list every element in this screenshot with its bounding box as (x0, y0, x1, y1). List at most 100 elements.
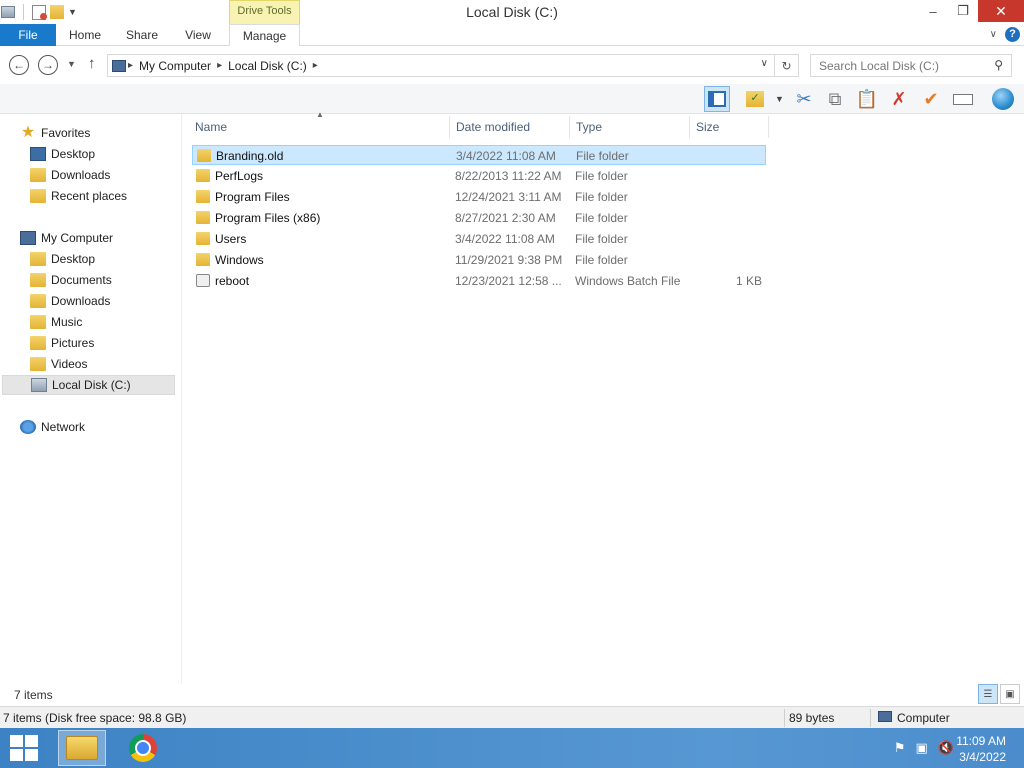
taskbar: ⚑ ▣ 🔇 11:09 AM 3/4/2022 (0, 728, 1024, 768)
address-row: ← → ▼ ↑ ▸ My Computer ▸ Local Disk (C:) … (0, 50, 1024, 80)
file-size: 1 KB (735, 274, 762, 288)
rename-field-icon (953, 93, 973, 105)
column-header-size[interactable]: Size (691, 116, 769, 138)
nav-computer-pictures[interactable]: Pictures (30, 333, 94, 353)
up-button[interactable]: ↑ (88, 55, 96, 72)
nav-computer-documents[interactable]: Documents (30, 270, 112, 290)
volume-muted-icon[interactable]: 🔇 (938, 740, 954, 756)
column-header-date-modified[interactable]: Date modified (451, 116, 570, 138)
status-computer-icon (878, 711, 892, 725)
scissors-icon: ✂ (796, 88, 812, 109)
back-button[interactable]: ← (9, 55, 29, 75)
file-row-windows[interactable]: Windows 11/29/2021 9:38 PM File folder (192, 250, 766, 270)
globe-button[interactable] (990, 86, 1016, 112)
column-header-name[interactable]: Name (190, 116, 450, 138)
breadcrumb-local-disk[interactable]: Local Disk (C:) (228, 59, 307, 73)
nav-computer-local-disk[interactable]: Local Disk (C:) (2, 375, 175, 395)
nav-favorites[interactable]: ★ Favorites (20, 123, 91, 143)
search-input[interactable]: Search Local Disk (C:) (819, 59, 939, 73)
large-icons-view-button[interactable]: ▣ (1000, 684, 1020, 704)
system-clock[interactable]: 11:09 AM 3/4/2022 (956, 733, 1006, 765)
file-name: reboot (215, 274, 250, 288)
start-button[interactable] (10, 735, 38, 761)
file-date: 11/29/2021 9:38 PM (455, 253, 563, 267)
apply-button[interactable]: ✔ (918, 86, 944, 112)
nav-computer-desktop[interactable]: Desktop (30, 249, 95, 269)
taskbar-file-explorer[interactable] (58, 730, 106, 766)
preview-pane-icon (708, 91, 726, 107)
breadcrumb-chevron-icon[interactable]: ▸ (217, 60, 222, 71)
nav-computer-downloads[interactable]: Downloads (30, 291, 110, 311)
action-center-flag-icon[interactable]: ⚑ (894, 740, 906, 756)
copy-icon: ⧉ (828, 88, 842, 109)
folder-check-icon: ✓ (746, 91, 764, 107)
nav-item-label: Local Disk (C:) (52, 378, 131, 392)
select-folder-button[interactable]: ✓ (742, 86, 768, 112)
navigation-pane: ★ Favorites Desktop Downloads Recent pla… (0, 114, 182, 684)
recent-locations-icon[interactable]: ▼ (67, 59, 76, 69)
file-date: 8/27/2021 2:30 AM (455, 211, 556, 225)
status-location: Computer (897, 711, 950, 725)
minimize-button[interactable]: – (918, 0, 948, 22)
cut-button[interactable]: ✂ (791, 86, 817, 112)
copy-button[interactable]: ⧉ (822, 86, 848, 112)
folder-icon (196, 253, 210, 266)
nav-item-label: Desktop (51, 147, 96, 161)
file-date: 3/4/2022 11:08 AM (456, 149, 556, 163)
expand-ribbon-icon[interactable]: ∨ (990, 29, 997, 40)
file-row-perflogs[interactable]: PerfLogs 8/22/2013 11:22 AM File folder (192, 166, 766, 186)
tab-share[interactable]: Share (118, 24, 166, 46)
file-row-reboot[interactable]: reboot 12/23/2021 12:58 ... Windows Batc… (192, 271, 766, 291)
ribbon-right-controls: ∨ ? (990, 27, 1020, 42)
tab-home[interactable]: Home (60, 24, 110, 46)
windows-logo-icon (25, 749, 38, 761)
file-row-users[interactable]: Users 3/4/2022 11:08 AM File folder (192, 229, 766, 249)
title-bar: ▼ Drive Tools Local Disk (C:) – ❐ ✕ (0, 0, 1024, 24)
status-divider (784, 709, 785, 727)
nav-computer-music[interactable]: Music (30, 312, 82, 332)
file-explorer-icon (66, 736, 98, 760)
search-box[interactable]: Search Local Disk (C:) ⚲ (810, 54, 1012, 77)
paste-button[interactable]: 📋 (854, 86, 880, 112)
nav-network[interactable]: Network (20, 417, 85, 437)
preview-pane-button[interactable] (704, 86, 730, 112)
breadcrumb-my-computer[interactable]: My Computer (139, 59, 211, 73)
address-bar[interactable]: ▸ My Computer ▸ Local Disk (C:) ▸ ∨ ↻ (107, 54, 799, 77)
tab-file[interactable]: File (0, 24, 56, 46)
close-button[interactable]: ✕ (978, 0, 1024, 22)
details-view-button[interactable]: ☰ (978, 684, 998, 704)
large-icons-view-icon: ▣ (1005, 688, 1015, 700)
nav-my-computer[interactable]: My Computer (20, 228, 113, 248)
search-icon[interactable]: ⚲ (994, 58, 1003, 72)
help-icon[interactable]: ? (1005, 27, 1020, 42)
breadcrumb-chevron-icon[interactable]: ▸ (313, 60, 318, 71)
column-header-type[interactable]: Type (571, 116, 690, 138)
nav-favorites-recent-places[interactable]: Recent places (30, 186, 127, 206)
nav-item-label: Downloads (51, 168, 111, 182)
nav-favorites-desktop[interactable]: Desktop (30, 144, 95, 164)
nav-item-label: Downloads (51, 294, 111, 308)
delete-button[interactable]: ✗ (886, 86, 912, 112)
taskbar-chrome[interactable] (119, 730, 167, 766)
file-row-branding-old[interactable]: Branding.old 3/4/2022 11:08 AM File fold… (192, 145, 766, 165)
address-dropdown-icon[interactable]: ∨ (761, 58, 768, 69)
tab-view[interactable]: View (174, 24, 222, 46)
file-name: Program Files (215, 190, 290, 204)
rename-button[interactable] (950, 86, 976, 112)
network-status-icon[interactable]: ▣ (916, 740, 928, 756)
nav-computer-videos[interactable]: Videos (30, 354, 87, 374)
refresh-button[interactable]: ↻ (774, 55, 798, 76)
select-dropdown-icon[interactable]: ▼ (775, 94, 784, 104)
file-row-program-files-x86[interactable]: Program Files (x86) 8/27/2021 2:30 AM Fi… (192, 208, 766, 228)
nav-favorites-downloads[interactable]: Downloads (30, 165, 110, 185)
file-row-program-files[interactable]: Program Files 12/24/2021 3:11 AM File fo… (192, 187, 766, 207)
windows-logo-icon (10, 749, 23, 761)
forward-button[interactable]: → (38, 55, 58, 75)
tab-manage[interactable]: Manage (229, 24, 300, 46)
status-divider (870, 709, 871, 727)
file-date: 12/23/2021 12:58 ... (455, 274, 562, 288)
documents-folder-icon (30, 273, 46, 287)
breadcrumb-chevron-icon[interactable]: ▸ (128, 60, 133, 71)
command-toolbar: ✓ ▼ ✂ ⧉ 📋 ✗ ✔ (0, 84, 1024, 114)
maximize-button[interactable]: ❐ (948, 0, 978, 22)
